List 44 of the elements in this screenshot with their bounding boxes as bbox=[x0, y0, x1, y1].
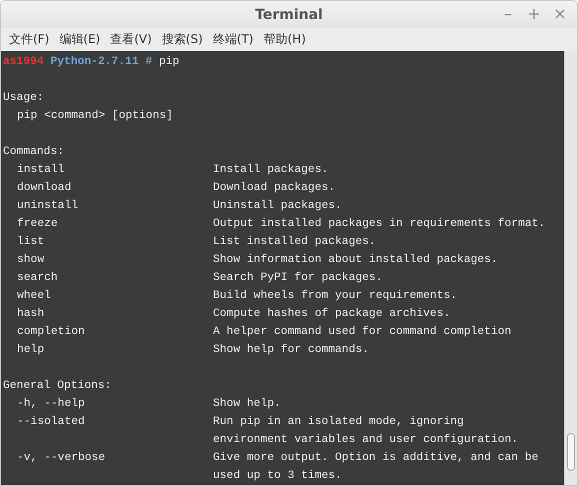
command-name: hash bbox=[17, 306, 46, 322]
command-description: Compute hashes of package archives. bbox=[213, 306, 452, 322]
command-name: wheel bbox=[17, 288, 52, 304]
command-name: help bbox=[17, 342, 46, 358]
command-name: -h, --help bbox=[17, 396, 86, 412]
window-title: Terminal bbox=[255, 6, 323, 22]
command-description: Uninstall packages. bbox=[213, 198, 343, 214]
command-description: Show help for commands. bbox=[213, 342, 370, 358]
command-description: Output installed packages in requirements format. bbox=[213, 216, 546, 232]
command-description: Run pip in an isolated mode, ignoring environment variables and user configuration. bbox=[213, 414, 520, 448]
command-description: Show information about installed packages. bbox=[213, 252, 499, 268]
scrollbar[interactable] bbox=[564, 51, 577, 485]
command-name: download bbox=[17, 180, 72, 196]
command-name: uninstall bbox=[17, 198, 80, 214]
command-name: install bbox=[17, 162, 66, 178]
menu-item[interactable]: 文件(F) bbox=[5, 29, 54, 50]
menu-item[interactable]: 查看(V) bbox=[106, 29, 156, 50]
menu-item[interactable]: 帮助(H) bbox=[259, 29, 310, 50]
menu-item[interactable]: 编辑(E) bbox=[55, 29, 104, 50]
command-name: -v, --verbose bbox=[17, 450, 106, 466]
command-description: Give more output. Option is additive, and can be used up to 3 times. bbox=[213, 450, 540, 484]
menu-item[interactable]: 搜索(S) bbox=[158, 29, 207, 50]
command-description: Search PyPI for packages. bbox=[213, 270, 384, 286]
prompt-directory: Python-2.7.11 bbox=[50, 54, 139, 70]
section-heading: Commands: bbox=[3, 146, 64, 158]
command-description: A helper command used for command completion bbox=[213, 324, 512, 340]
menu-item[interactable]: 终端(T) bbox=[208, 29, 258, 50]
usage-text: pip <command> [options] bbox=[17, 110, 173, 122]
command-name: completion bbox=[17, 324, 86, 340]
prompt-symbol: # bbox=[145, 55, 152, 70]
section-heading: Usage: bbox=[3, 92, 44, 104]
section-heading: General Options: bbox=[3, 380, 112, 392]
command-description: Build wheels from your requirements. bbox=[213, 288, 458, 304]
prompt-user: as1994 bbox=[3, 55, 44, 70]
command-name: search bbox=[17, 270, 59, 286]
command-description: List installed packages. bbox=[213, 234, 377, 250]
command-description: Show help. bbox=[213, 396, 282, 412]
command-description: Download packages. bbox=[213, 180, 336, 196]
command-name: show bbox=[17, 252, 46, 268]
command-description: Install packages. bbox=[213, 162, 330, 178]
command-name: --isolated bbox=[17, 414, 86, 430]
command-name: list bbox=[17, 234, 46, 250]
typed-command: pip bbox=[159, 54, 180, 70]
command-name: freeze bbox=[17, 216, 59, 232]
